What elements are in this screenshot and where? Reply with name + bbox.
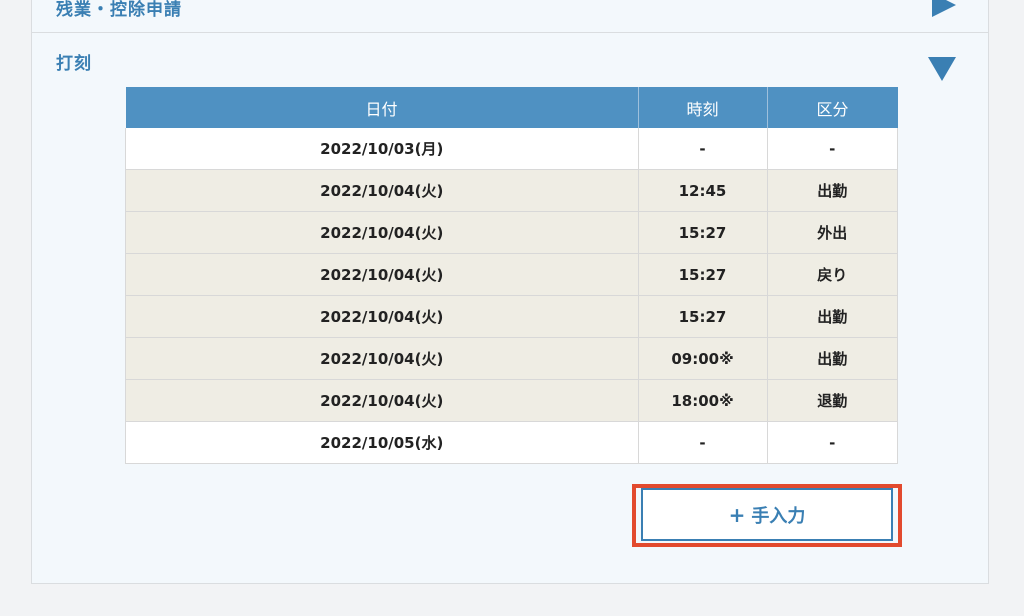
cell-date: 2022/10/04(火) [125,169,639,212]
overtime-section-title: 残業・控除申請 [56,0,182,20]
cell-time: 09:00※ [638,337,768,380]
table-row: 2022/10/05(水) - - [125,421,898,464]
punch-table: 日付 時刻 区分 2022/10/03(月) - - 2022/10/04(火)… [125,87,898,464]
punch-section-title: 打刻 [56,54,92,74]
cell-date: 2022/10/04(火) [125,295,639,338]
header-date: 日付 [125,87,639,128]
table-header-row: 日付 時刻 区分 [125,87,898,128]
cell-type: 外出 [767,211,898,254]
cell-date: 2022/10/03(月) [125,128,639,170]
table-row: 2022/10/04(火) 18:00※ 退勤 [125,379,898,422]
table-row: 2022/10/04(火) 15:27 外出 [125,211,898,254]
table-row: 2022/10/04(火) 15:27 出勤 [125,295,898,338]
manual-entry-button[interactable]: + 手入力 [641,488,893,541]
cell-date: 2022/10/04(火) [125,379,639,422]
header-time: 時刻 [638,87,768,128]
cell-date: 2022/10/04(火) [125,337,639,380]
cell-type: - [767,421,898,464]
cell-time: 12:45 [638,169,768,212]
cell-type: 出勤 [767,169,898,212]
header-type: 区分 [767,87,898,128]
table-row: 2022/10/04(火) 12:45 出勤 [125,169,898,212]
cell-time: - [638,421,768,464]
cell-type: 出勤 [767,337,898,380]
cell-type: - [767,128,898,170]
cell-time: 15:27 [638,211,768,254]
table-row: 2022/10/04(火) 09:00※ 出勤 [125,337,898,380]
table-row: 2022/10/03(月) - - [125,128,898,170]
cell-type: 出勤 [767,295,898,338]
overtime-section-header[interactable]: 残業・控除申請 [32,0,988,33]
punch-panel: 残業・控除申請 打刻 日付 時刻 区分 2022/10/03(月) - - 20… [31,0,989,584]
table-row: 2022/10/04(火) 15:27 戻り [125,253,898,296]
cell-time: 15:27 [638,295,768,338]
cell-time: 18:00※ [638,379,768,422]
cell-date: 2022/10/04(火) [125,253,639,296]
expand-arrow-icon[interactable] [932,0,956,17]
collapse-arrow-icon[interactable] [928,57,956,81]
manual-entry-label: 手入力 [751,505,806,527]
cell-type: 退勤 [767,379,898,422]
plus-icon: + [728,502,746,527]
cell-time: - [638,128,768,170]
cell-date: 2022/10/05(水) [125,421,639,464]
cell-time: 15:27 [638,253,768,296]
cell-type: 戻り [767,253,898,296]
cell-date: 2022/10/04(火) [125,211,639,254]
